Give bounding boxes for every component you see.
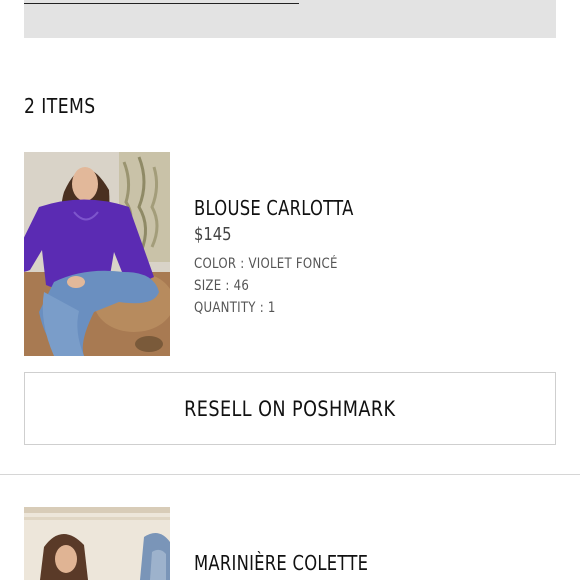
section-divider [0, 474, 580, 475]
resell-on-poshmark-button[interactable]: RESELL ON POSHMARK [24, 372, 556, 445]
product-photo-striped-top-icon [24, 507, 170, 580]
product-info: MARINIÈRE COLETTE [194, 551, 406, 575]
product-info: BLOUSE CARLOTTA $145 COLOR : VIOLET FONC… [194, 196, 389, 319]
product-details: COLOR : VIOLET FONCÉ SIZE : 46 QUANTITY … [194, 253, 389, 319]
product-photo-purple-blouse-icon [24, 152, 170, 356]
resell-button-label: RESELL ON POSHMARK [184, 396, 396, 421]
product-quantity: QUANTITY : 1 [194, 300, 276, 316]
product-name[interactable]: MARINIÈRE COLETTE [194, 551, 368, 575]
cart-item: MARINIÈRE COLETTE [0, 507, 580, 580]
product-size: SIZE : 46 [194, 278, 250, 294]
product-price: $145 [194, 224, 232, 245]
cart-item: BLOUSE CARLOTTA $145 COLOR : VIOLET FONC… [0, 152, 580, 445]
previous-section-panel [24, 0, 556, 38]
items-count-heading: 2 ITEMS [24, 94, 96, 118]
input-underline [24, 3, 299, 4]
product-name[interactable]: BLOUSE CARLOTTA [194, 196, 354, 220]
product-color: COLOR : VIOLET FONCÉ [194, 256, 338, 272]
product-image[interactable] [24, 507, 170, 580]
product-image[interactable] [24, 152, 170, 356]
